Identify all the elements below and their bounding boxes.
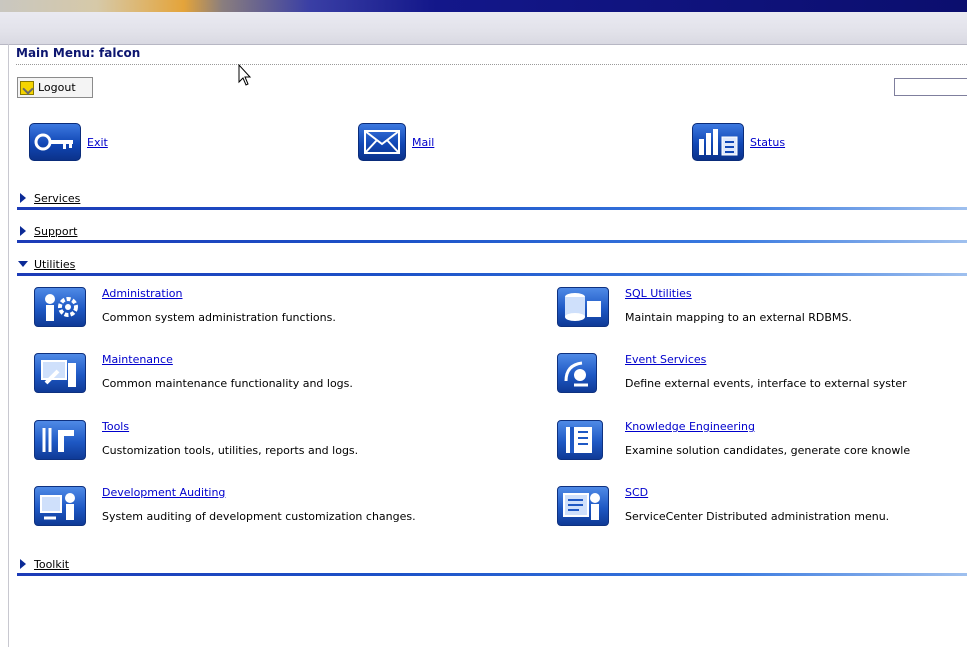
auditing-icon [34,486,86,526]
sql-utilities-link[interactable]: SQL Utilities [625,287,692,300]
mouse-pointer-icon [238,63,254,91]
logout-label: Logout [38,81,76,94]
database-icon [557,287,609,327]
left-border [8,44,9,647]
section-label[interactable]: Toolkit [34,558,69,571]
administration-link[interactable]: Administration [102,287,183,300]
tools-link[interactable]: Tools [102,420,129,433]
section-divider [17,573,967,576]
search-input[interactable] [894,78,967,96]
satellite-icon [557,353,597,393]
tools-description: Customization tools, utilities, reports … [102,444,359,457]
utility-maintenance: Maintenance Common maintenance functiona… [34,353,474,397]
sql-utilities-description: Maintain mapping to an external RDBMS. [625,311,852,324]
knowledge-engineering-link[interactable]: Knowledge Engineering [625,420,755,433]
scd-description: ServiceCenter Distributed administration… [625,510,890,523]
expand-arrow-icon [20,193,26,203]
utility-sql-utilities: SQL Utilities Maintain mapping to an ext… [557,287,967,331]
collapse-arrow-icon [18,261,28,267]
utility-administration: Administration Common system administrat… [34,287,474,331]
section-label[interactable]: Services [34,192,80,205]
mail-label[interactable]: Mail [412,136,434,149]
scd-icon [557,486,609,526]
utility-tools: Tools Customization tools, utilities, re… [34,420,474,464]
section-label[interactable]: Support [34,225,77,238]
utility-scd: SCD ServiceCenter Distributed administra… [557,486,967,530]
scd-link[interactable]: SCD [625,486,648,499]
section-divider [17,207,967,210]
title-divider [16,64,967,65]
knowledge-engineering-description: Examine solution candidates, generate co… [625,444,911,457]
toolbar-area [0,12,967,45]
section-label[interactable]: Utilities [34,258,75,271]
maintenance-icon [34,353,86,393]
utility-development-auditing: Development Auditing System auditing of … [34,486,474,530]
mail-link[interactable]: Mail [358,123,434,161]
development-auditing-description: System auditing of development customiza… [102,510,416,523]
logout-button[interactable]: Logout [17,77,93,98]
exit-label[interactable]: Exit [87,136,108,149]
page-title: Main Menu: falcon [16,46,141,60]
development-auditing-link[interactable]: Development Auditing [102,486,225,499]
section-services[interactable]: Services [17,191,967,210]
status-label[interactable]: Status [750,136,785,149]
maintenance-description: Common maintenance functionality and log… [102,377,353,390]
status-link[interactable]: Status [692,123,785,161]
section-support[interactable]: Support [17,224,967,243]
expand-arrow-icon [20,559,26,569]
window-title-gradient [0,0,967,12]
section-divider [17,273,967,276]
book-icon [557,420,603,460]
gear-person-icon [34,287,86,327]
logout-icon [20,80,34,95]
key-icon [29,123,81,161]
administration-description: Common system administration functions. [102,311,336,324]
exit-link[interactable]: Exit [29,123,108,161]
section-divider [17,240,967,243]
section-toolkit[interactable]: Toolkit [17,557,967,576]
utility-event-services: Event Services Define external events, i… [557,353,967,397]
event-services-link[interactable]: Event Services [625,353,706,366]
tools-icon [34,420,86,460]
utility-knowledge-engineering: Knowledge Engineering Examine solution c… [557,420,967,464]
section-utilities[interactable]: Utilities [17,257,967,276]
event-services-description: Define external events, interface to ext… [625,377,907,390]
expand-arrow-icon [20,226,26,236]
envelope-icon [358,123,406,161]
maintenance-link[interactable]: Maintenance [102,353,173,366]
status-chart-icon [692,123,744,161]
